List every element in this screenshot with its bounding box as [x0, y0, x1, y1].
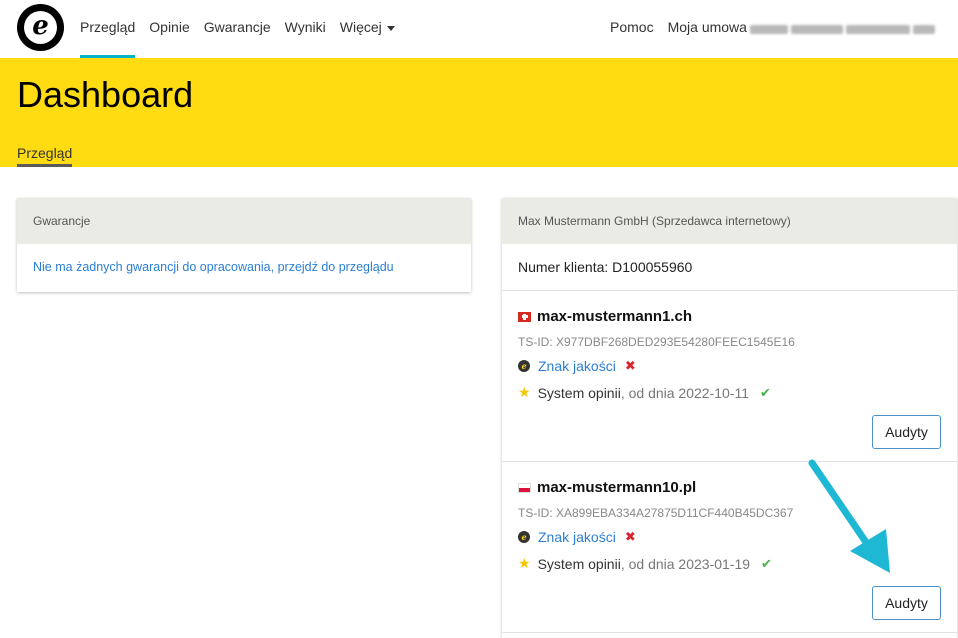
quality-seal-icon: e: [518, 360, 530, 372]
quality-seal-row: e Znak jakości ✖: [518, 529, 636, 545]
pl-flag-icon: [518, 482, 531, 493]
nav-item-guarantees[interactable]: Gwarancje: [204, 0, 271, 58]
top-navbar: e Przegląd Opinie Gwarancje Wyniki Więce…: [0, 0, 958, 58]
blurred-text: [846, 24, 910, 34]
review-system-label: System opinii: [537, 555, 621, 572]
company-card: Max Mustermann GmbH (Sprzedawca internet…: [502, 198, 957, 638]
blurred-text: [750, 24, 788, 34]
nav-item-contract[interactable]: Moja umowa: [668, 0, 747, 58]
page-title: Dashboard: [17, 74, 194, 115]
review-system-row: ★ System opinii , od dnia 2023-01-19 ✔: [518, 555, 772, 572]
user-account-menu[interactable]: [750, 21, 950, 37]
star-icon: ★: [518, 384, 531, 400]
active-check-icon: ✔: [760, 384, 771, 400]
tab-overview[interactable]: Przegląd: [17, 145, 73, 167]
card-title: Gwarancje: [17, 198, 471, 244]
shop-domain: max-mustermann10.pl: [537, 479, 697, 496]
shop-name: max-mustermann10.pl: [518, 479, 696, 496]
audits-button[interactable]: Audyty: [872, 415, 941, 449]
nav-item-results[interactable]: Wyniki: [285, 0, 326, 58]
quality-seal-link[interactable]: Znak jakości: [538, 358, 616, 374]
shop-name: max-mustermann1.ch: [518, 308, 692, 325]
shop-tsid: TS-ID: XA899EBA334A27875D11CF440B45DC367: [518, 506, 794, 520]
trusted-shops-logo-icon[interactable]: e: [17, 4, 64, 51]
shop-item: max-mustermann1.ch TS-ID: X977DBF268DED2…: [502, 291, 957, 462]
shop-tsid: TS-ID: X977DBF268DED293E54280FEEC1545E16: [518, 335, 795, 349]
quality-seal-icon: e: [518, 531, 530, 543]
guarantees-card: Gwarancje Nie ma żadnych gwarancji do op…: [17, 198, 471, 292]
active-check-icon: ✔: [761, 555, 772, 571]
review-system-since: , od dnia 2023-01-19: [620, 555, 751, 572]
logo-letter: e: [24, 11, 57, 44]
nav-item-reviews[interactable]: Opinie: [149, 0, 189, 58]
star-icon: ★: [518, 555, 531, 571]
nav-item-more[interactable]: Więcej: [340, 0, 395, 58]
secondary-nav: Pomoc Moja umowa: [610, 0, 761, 58]
blurred-text: [913, 24, 935, 34]
ch-flag-icon: [518, 311, 531, 322]
inactive-x-icon: ✖: [624, 358, 636, 373]
nav-item-more-label: Więcej: [339, 19, 382, 35]
inactive-x-icon: ✖: [624, 529, 636, 544]
card-title: Max Mustermann GmbH (Sprzedawca internet…: [502, 198, 957, 244]
review-system-since: , od dnia 2022-10-11: [620, 384, 750, 401]
main-nav: Przegląd Opinie Gwarancje Wyniki Więcej: [80, 0, 409, 58]
quality-seal-row: e Znak jakości ✖: [518, 358, 636, 374]
nav-item-overview[interactable]: Przegląd: [80, 0, 136, 58]
page-header: Dashboard Przegląd: [0, 58, 958, 167]
review-system-row: ★ System opinii , od dnia 2022-10-11 ✔: [518, 384, 771, 401]
client-number: Numer klienta: D100055960: [502, 244, 957, 291]
guarantees-overview-link[interactable]: Nie ma żadnych gwarancji do opracowania,…: [33, 260, 394, 274]
audits-button[interactable]: Audyty: [872, 586, 941, 620]
blurred-text: [791, 24, 843, 34]
nav-item-help[interactable]: Pomoc: [610, 0, 654, 58]
quality-seal-link[interactable]: Znak jakości: [538, 529, 616, 545]
caret-down-icon: [386, 25, 395, 31]
review-system-label: System opinii: [537, 384, 621, 401]
shop-domain: max-mustermann1.ch: [537, 308, 693, 325]
shop-item: max-mustermann10.pl TS-ID: XA899EBA334A2…: [502, 462, 957, 633]
